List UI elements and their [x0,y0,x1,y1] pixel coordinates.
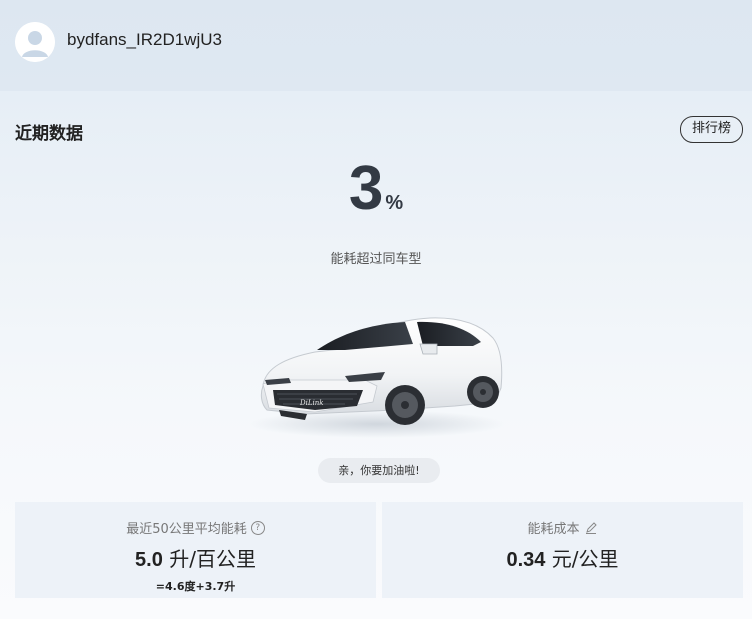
avg-consumption-label-row: 最近50公里平均能耗 ? [15,518,376,537]
profile-header: bydfans_IR2D1wjU3 [0,0,752,91]
energy-cost-value: 0.34 [506,549,546,571]
avg-consumption-box: 最近50公里平均能耗 ? 5.0 升/百公里 =4.6度+3.7升 [15,502,376,598]
avg-consumption-label: 最近50公里平均能耗 [126,522,247,537]
energy-cost-unit: 元/公里 [551,547,619,571]
percent-display: 3% [0,153,752,225]
energy-cost-box: 能耗成本 0.34 元/公里 [382,502,743,598]
app-page: bydfans_IR2D1wjU3 近期数据 排行榜 3% 能耗超过同车型 Di… [0,0,752,619]
percent-sign: % [385,192,404,214]
energy-cost-label-row: 能耗成本 [382,518,743,537]
tip-bubble: 亲，你要加油啦! [318,458,440,483]
percent-label: 能耗超过同车型 [330,252,422,267]
user-avatar-icon[interactable] [15,22,55,62]
car-image: DiLink [245,306,510,441]
car-badge-text: DiLink [299,399,324,407]
avg-consumption-value: 5.0 [135,549,163,571]
percent-value: 3 [348,154,384,223]
help-icon[interactable]: ? [250,520,265,535]
username: bydfans_IR2D1wjU3 [67,30,222,49]
avg-consumption-breakdown: =4.6度+3.7升 [155,580,236,593]
ranking-button[interactable]: 排行榜 [679,116,743,143]
avg-consumption-value-row: 5.0 升/百公里 [15,543,376,572]
energy-cost-label: 能耗成本 [527,522,580,537]
energy-cost-value-row: 0.34 元/公里 [382,543,743,572]
section-title: 近期数据 [15,124,83,144]
edit-pen-icon[interactable] [584,521,598,535]
recent-data-card: 近期数据 排行榜 3% 能耗超过同车型 DiLink 亲，你要加油啦! 最近50… [0,91,752,619]
avg-consumption-unit: 升/百公里 [169,547,256,571]
